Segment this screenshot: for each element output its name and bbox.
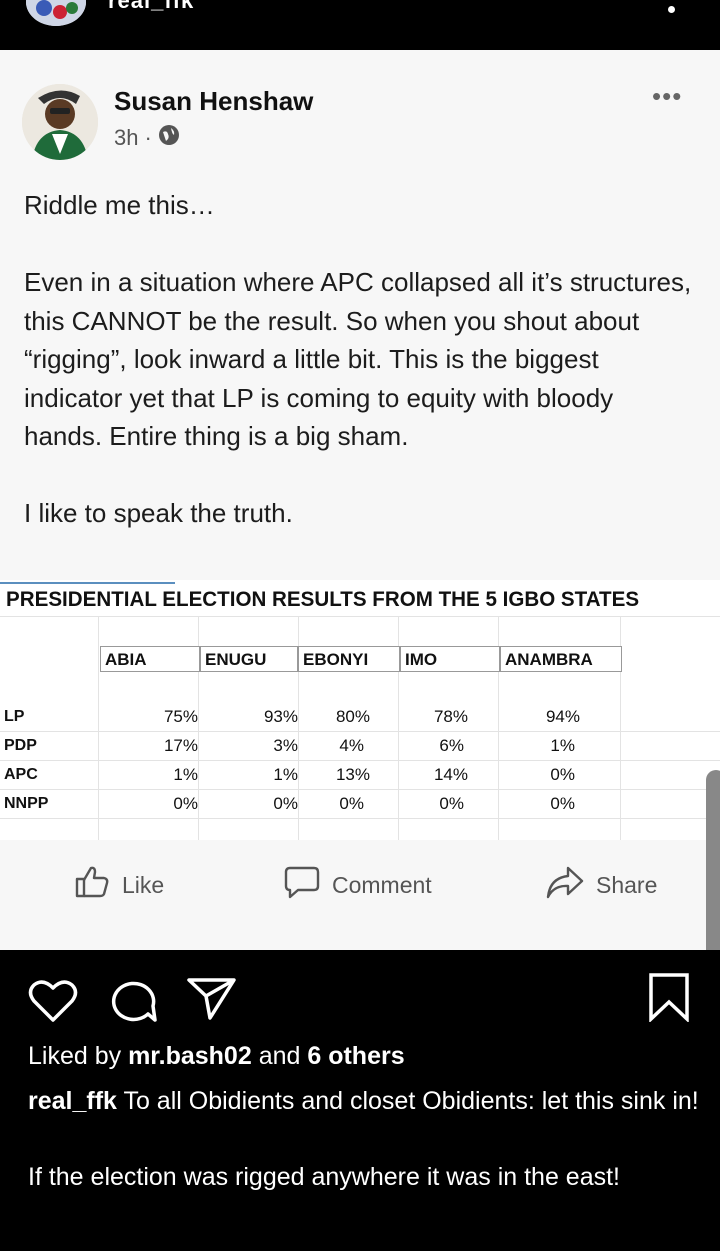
post-paragraph: I like to speak the truth. bbox=[24, 498, 293, 528]
table-title: PRESIDENTIAL ELECTION RESULTS FROM THE 5… bbox=[6, 588, 640, 611]
post-meta: 3h · bbox=[114, 124, 180, 152]
table-cell: 0% bbox=[550, 765, 575, 784]
likes-summary[interactable]: Liked by mr.bash02 and 6 others bbox=[28, 1042, 405, 1071]
share-label: Share bbox=[596, 871, 658, 898]
table-cell: 0% bbox=[339, 794, 364, 813]
instagram-post-footer: Liked by mr.bash02 and 6 others real_ffk… bbox=[0, 950, 720, 1251]
author-name[interactable]: Susan Henshaw bbox=[114, 86, 313, 117]
election-results-image[interactable]: PRESIDENTIAL ELECTION RESULTS FROM THE 5… bbox=[0, 580, 720, 840]
scroll-handle[interactable] bbox=[706, 770, 720, 980]
poster-avatar[interactable] bbox=[26, 0, 86, 26]
globe-icon bbox=[158, 124, 180, 152]
table-cell: 0% bbox=[550, 794, 575, 813]
table-cell: 1% bbox=[273, 765, 298, 784]
share-button[interactable]: Share bbox=[546, 865, 657, 905]
heart-icon[interactable] bbox=[28, 978, 78, 1029]
table-cell: 3% bbox=[273, 736, 298, 755]
comment-button[interactable]: Comment bbox=[284, 865, 432, 905]
column-header-ebonyi: EBONYI bbox=[298, 646, 400, 672]
comment-label: Comment bbox=[332, 871, 432, 898]
instagram-header: real_ffk bbox=[0, 0, 720, 50]
caption-text: To all Obidients and closet Obidients: l… bbox=[116, 1087, 699, 1115]
table-cell: 4% bbox=[339, 736, 364, 755]
post-time: 3h bbox=[114, 125, 139, 150]
table-cell: 75% bbox=[163, 707, 198, 726]
post-body: Riddle me this… Even in a situation wher… bbox=[24, 186, 694, 533]
caption-username[interactable]: real_ffk bbox=[28, 1087, 117, 1115]
table-cell: 13% bbox=[335, 765, 370, 784]
table-cell: 78% bbox=[433, 707, 468, 726]
column-header-abia: ABIA bbox=[100, 646, 200, 672]
poster-username[interactable]: real_ffk bbox=[108, 0, 194, 14]
post-actions: Like Comment Share bbox=[0, 865, 720, 925]
more-options-icon[interactable]: ••• bbox=[652, 83, 682, 109]
post-paragraph: Even in a situation where APC collapsed … bbox=[24, 267, 692, 451]
table-cell: 80% bbox=[335, 707, 370, 726]
like-label: Like bbox=[122, 871, 165, 898]
table-cell: 93% bbox=[263, 707, 298, 726]
table-cell: 0% bbox=[273, 794, 298, 813]
column-header-enugu: ENUGU bbox=[200, 646, 298, 672]
liked-others[interactable]: 6 others bbox=[307, 1042, 404, 1070]
send-icon[interactable] bbox=[186, 976, 238, 1027]
facebook-post-card: Susan Henshaw 3h · ••• Riddle me this… E… bbox=[0, 50, 720, 950]
share-arrow-icon bbox=[546, 864, 584, 906]
column-header-anambra: ANAMBRA bbox=[500, 646, 622, 672]
table-cell: 0% bbox=[439, 794, 464, 813]
table-cell: 1% bbox=[550, 736, 575, 755]
thumbs-up-icon bbox=[74, 864, 110, 906]
row-label-lp: LP bbox=[4, 708, 25, 725]
liked-prefix: Liked by bbox=[28, 1042, 129, 1070]
options-dot-icon[interactable] bbox=[668, 6, 675, 13]
meta-separator: · bbox=[144, 125, 152, 150]
liked-user[interactable]: mr.bash02 bbox=[128, 1042, 252, 1070]
table-cell: 6% bbox=[439, 736, 464, 755]
comment-bubble-icon bbox=[284, 864, 320, 906]
row-label-apc: APC bbox=[4, 766, 38, 783]
liked-mid: and bbox=[251, 1042, 308, 1070]
post-caption: real_ffk To all Obidients and closet Obi… bbox=[28, 1082, 708, 1196]
row-label-nnpp: NNPP bbox=[4, 795, 49, 812]
table-cell: 94% bbox=[545, 707, 580, 726]
table-cell: 14% bbox=[433, 765, 468, 784]
bookmark-icon[interactable] bbox=[648, 972, 690, 1027]
caption-text-2: If the election was rigged anywhere it w… bbox=[28, 1163, 620, 1191]
table-cell: 1% bbox=[173, 765, 198, 784]
column-header-imo: IMO bbox=[400, 646, 500, 672]
table-cell: 0% bbox=[173, 794, 198, 813]
author-avatar[interactable] bbox=[22, 84, 98, 160]
like-button[interactable]: Like bbox=[74, 865, 164, 905]
row-label-pdp: PDP bbox=[4, 737, 37, 754]
post-paragraph: Riddle me this… bbox=[24, 190, 215, 220]
comment-icon[interactable] bbox=[108, 978, 158, 1029]
table-cell: 17% bbox=[163, 736, 198, 755]
